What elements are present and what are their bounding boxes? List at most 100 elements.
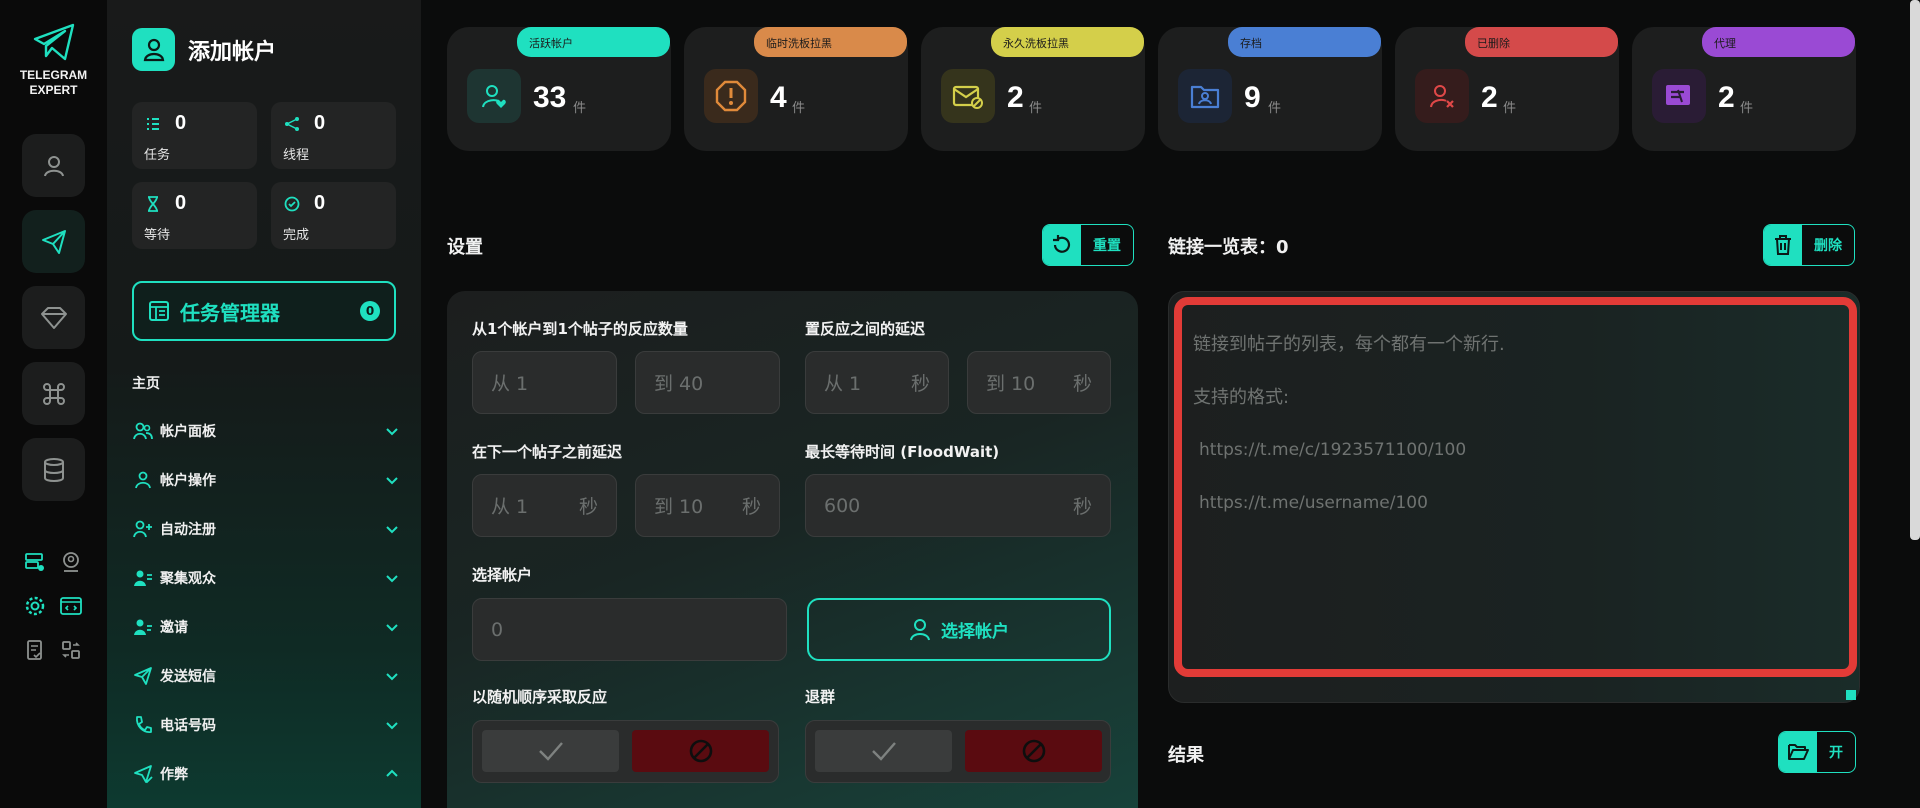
rail-database-button[interactable] (22, 438, 85, 501)
nav-item-invite[interactable]: 邀请 (132, 612, 406, 642)
database-icon (43, 457, 64, 482)
card-proxy[interactable]: 代理 2 件 (1632, 27, 1856, 151)
send-icon (132, 665, 154, 687)
check-icon (538, 742, 563, 761)
open-results-button[interactable]: 开 (1778, 731, 1856, 773)
input-value: 600 (824, 494, 861, 517)
task-manager-button[interactable]: 任务管理器 0 (132, 281, 396, 341)
transfer-icon[interactable] (57, 636, 85, 664)
app-window: TELEGRAM EXPERT 添加帐户 0 任务 0 线程 0 等待 0 完成… (0, 0, 1920, 808)
reaction-delay-label: 置反应之间的延迟 (805, 320, 926, 338)
card-perm-blocked[interactable]: 永久洗板拉黑 2 件 (921, 27, 1145, 151)
chevron-down-icon (386, 673, 398, 681)
nav-heading: 主页 (132, 376, 160, 392)
nav-item-gather-audience[interactable]: 聚集观众 (132, 563, 406, 593)
chevron-down-icon (386, 428, 398, 436)
reactions-to-input[interactable]: 到 40 (635, 351, 780, 414)
toggle-no[interactable] (965, 730, 1102, 772)
stat-value: 0 (314, 112, 326, 134)
nav-item-account-actions[interactable]: 帐户操作 (132, 465, 406, 495)
card-tag: 已删除 (1465, 27, 1618, 57)
delay-from-input[interactable]: 从 1 秒 (805, 351, 949, 414)
select-accounts-label: 选择帐户 (472, 566, 533, 584)
rail-accounts-button[interactable] (22, 134, 85, 197)
app-logo[interactable]: TELEGRAM EXPERT (0, 22, 107, 98)
rail-send-button[interactable] (22, 210, 85, 273)
toggle-yes[interactable] (482, 730, 619, 772)
card-unit: 件 (1740, 101, 1754, 116)
stat-waiting: 0 等待 (132, 182, 257, 249)
user-remove-icon (1415, 69, 1469, 123)
stat-value: 0 (314, 192, 326, 214)
rail-diamond-button[interactable] (22, 286, 85, 349)
nav-item-account-panel[interactable]: 帐户面板 (132, 416, 406, 446)
toggle-no[interactable] (632, 730, 769, 772)
stat-label: 等待 (144, 228, 171, 243)
add-account-header[interactable]: 添加帐户 (132, 28, 276, 71)
location-user-icon[interactable] (57, 548, 85, 576)
input-value: 从 1 (491, 373, 529, 395)
phone-icon (132, 714, 154, 736)
card-value: 2 (1007, 81, 1024, 114)
send-check-icon (132, 763, 154, 785)
user-heart-icon (467, 69, 521, 123)
document-check-icon[interactable] (21, 636, 49, 664)
nav-item-phone-numbers[interactable]: 电话号码 (132, 710, 406, 740)
input-value: 到 10 (986, 373, 1036, 395)
settings-title: 设置 (447, 237, 483, 258)
user-group-icon (132, 567, 154, 589)
stat-label: 完成 (283, 228, 310, 243)
input-value: 0 (491, 618, 504, 641)
delay-to-input[interactable]: 到 10 秒 (967, 351, 1111, 414)
nav-label: 帐户操作 (160, 473, 216, 489)
reset-button[interactable]: 重置 (1042, 224, 1134, 266)
chevron-down-icon (386, 722, 398, 730)
next-delay-to-input[interactable]: 到 10 秒 (635, 474, 780, 537)
card-deleted[interactable]: 已删除 2 件 (1395, 27, 1619, 151)
code-window-icon[interactable] (57, 592, 85, 620)
mail-blocked-icon (941, 69, 995, 123)
resize-handle[interactable] (1846, 690, 1856, 700)
card-unit: 件 (1268, 101, 1282, 116)
seconds-suffix: 秒 (741, 496, 761, 518)
next-delay-from-input[interactable]: 从 1 秒 (472, 474, 617, 537)
random-order-label: 以随机顺序采取反应 (472, 688, 608, 706)
logo-text-1: TELEGRAM (19, 68, 88, 82)
stat-label: 任务 (144, 148, 171, 163)
random-order-toggle (472, 720, 779, 783)
floodwait-label: 最长等待时间 (FloodWait) (805, 443, 1000, 461)
leave-group-toggle (805, 720, 1111, 783)
toggle-yes[interactable] (815, 730, 952, 772)
nav-item-auto-register[interactable]: 自动注册 (132, 514, 406, 544)
select-accounts-button[interactable]: 选择帐户 (807, 598, 1111, 661)
card-active-accounts[interactable]: 活跃帐户 33 件 (447, 27, 671, 151)
leave-group-label: 退群 (805, 688, 836, 706)
open-label: 开 (1829, 745, 1843, 761)
nav-item-send-sms[interactable]: 发送短信 (132, 661, 406, 691)
reactions-from-input[interactable]: 从 1 (472, 351, 617, 414)
alert-octagon-icon (704, 69, 758, 123)
input-value: 从 1 (491, 496, 529, 518)
seconds-suffix: 秒 (578, 496, 598, 518)
floodwait-input[interactable]: 600 秒 (805, 474, 1111, 537)
ban-icon (1022, 739, 1045, 763)
card-unit: 件 (1029, 101, 1043, 116)
nav-item-cheat[interactable]: 作弊 (132, 759, 406, 789)
delete-button[interactable]: 删除 (1763, 224, 1855, 266)
hourglass-icon (148, 196, 158, 212)
seconds-suffix: 秒 (910, 373, 930, 395)
user-plus-icon (132, 518, 154, 540)
user-icon (132, 469, 154, 491)
card-tag: 永久洗板拉黑 (991, 27, 1144, 57)
card-temp-blocked[interactable]: 临时洗板拉黑 4 件 (684, 27, 908, 151)
rail-command-button[interactable] (22, 362, 85, 425)
page-scrollbar[interactable] (1910, 0, 1920, 540)
selected-accounts-input[interactable]: 0 (472, 598, 787, 661)
settings-gear-icon[interactable] (21, 592, 49, 620)
server-check-icon[interactable] (21, 548, 49, 576)
input-value: 从 1 (824, 373, 862, 395)
card-archive[interactable]: 存档 9 件 (1158, 27, 1382, 151)
check-icon (871, 742, 896, 761)
nav-label: 电话号码 (160, 718, 216, 734)
telegram-logo-icon (33, 23, 74, 61)
